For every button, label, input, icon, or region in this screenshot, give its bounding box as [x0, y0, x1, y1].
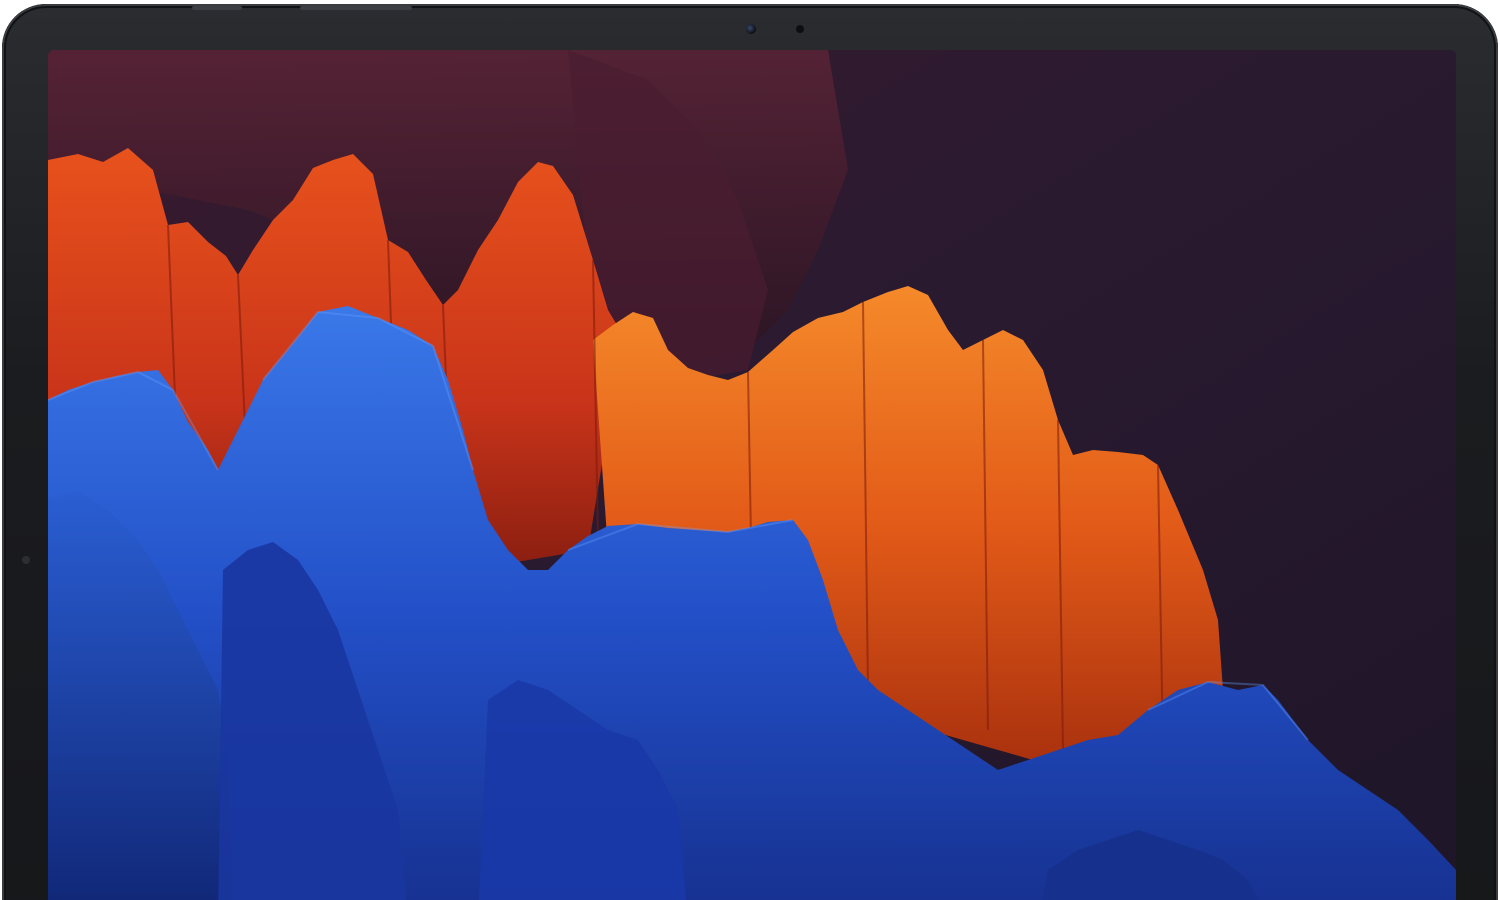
side-sensor-dot: [22, 556, 30, 564]
tablet-screen: [48, 50, 1456, 900]
product-photo: [0, 0, 1500, 900]
front-camera-icon: [746, 24, 756, 34]
power-button: [300, 6, 412, 10]
tablet-frame: [2, 4, 1498, 900]
abstract-wallpaper: [48, 50, 1456, 900]
light-sensor-icon: [796, 25, 804, 33]
volume-button: [192, 6, 242, 10]
